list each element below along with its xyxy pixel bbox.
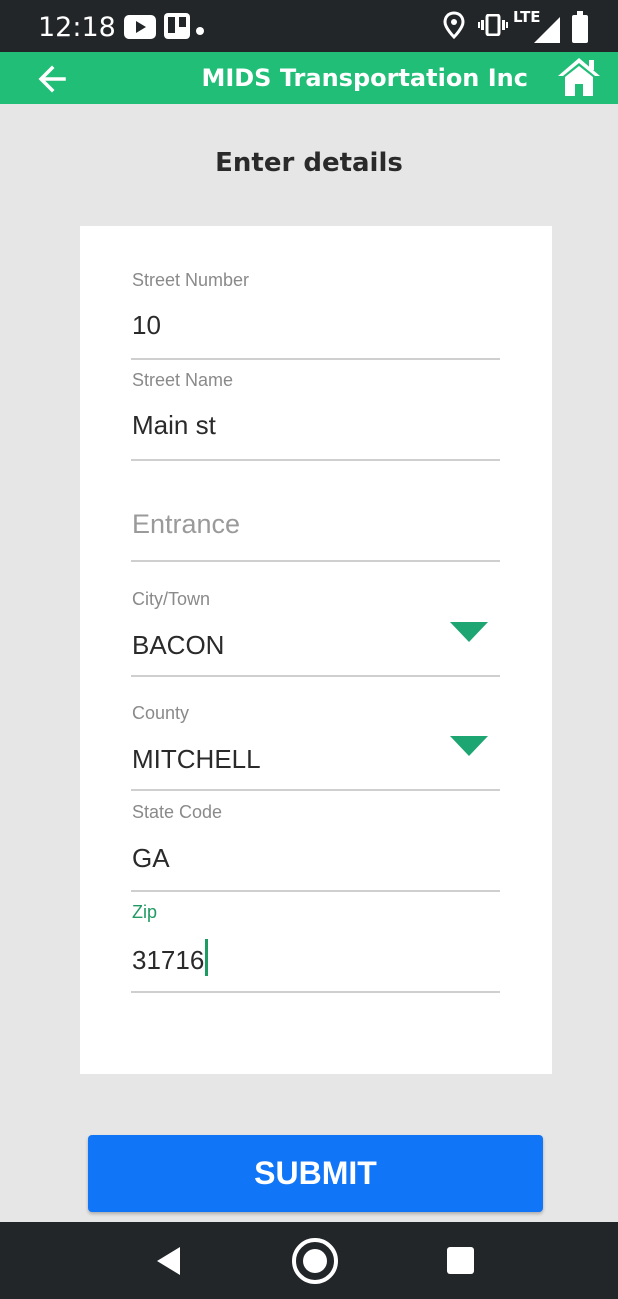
city-town-dropdown[interactable]: City/Town BACON: [131, 586, 500, 677]
street-name-label: Street Name: [132, 370, 234, 390]
street-number-field[interactable]: Street Number 10: [131, 265, 500, 360]
text-cursor: [205, 939, 209, 976]
zip-label: Zip: [132, 902, 158, 922]
street-name-field[interactable]: Street Name Main st: [131, 366, 500, 461]
page-heading: Enter details: [215, 148, 403, 178]
status-time: 12:18: [38, 12, 116, 43]
youtube-notification-icon: [124, 15, 156, 44]
entrance-field[interactable]: Entrance: [131, 466, 500, 562]
state-code-value: GA: [132, 843, 170, 873]
vibrate-icon: [478, 13, 508, 41]
nav-back-icon[interactable]: [156, 1246, 182, 1281]
entrance-placeholder: Entrance: [132, 509, 241, 539]
more-notifications-dot-icon: [196, 22, 204, 40]
city-town-value: BACON: [132, 630, 225, 660]
app-title: MIDS Transportation Inc: [201, 64, 528, 92]
nav-recents-icon[interactable]: [447, 1247, 474, 1279]
back-arrow-icon[interactable]: [34, 62, 74, 96]
location-icon: [443, 11, 465, 44]
app-bar: MIDS Transportation Inc: [0, 52, 618, 104]
street-number-value: 10: [132, 310, 161, 340]
signal-icon: [534, 17, 560, 48]
submit-button[interactable]: SUBMIT: [88, 1135, 543, 1212]
dropdown-arrow-icon[interactable]: [450, 622, 488, 642]
county-label: County: [132, 703, 190, 723]
county-value: MITCHELL: [132, 744, 261, 774]
system-nav-bar: [0, 1222, 618, 1299]
nav-home-icon[interactable]: [290, 1236, 340, 1291]
dropdown-arrow-icon[interactable]: [450, 736, 488, 756]
state-code-field[interactable]: State Code GA: [131, 797, 500, 892]
battery-icon: [572, 11, 588, 48]
home-icon[interactable]: [556, 56, 602, 98]
zip-input-text[interactable]: 31716: [132, 939, 209, 976]
zip-value: 31716: [132, 945, 205, 975]
city-town-label: City/Town: [132, 589, 211, 609]
zip-field[interactable]: Zip 31716: [131, 899, 500, 993]
street-number-label: Street Number: [132, 270, 250, 290]
trello-notification-icon: [164, 13, 190, 44]
county-dropdown[interactable]: County MITCHELL: [131, 700, 500, 791]
status-bar: 12:18 LTE: [0, 0, 618, 52]
state-code-label: State Code: [132, 802, 223, 822]
street-name-value: Main st: [132, 410, 216, 440]
